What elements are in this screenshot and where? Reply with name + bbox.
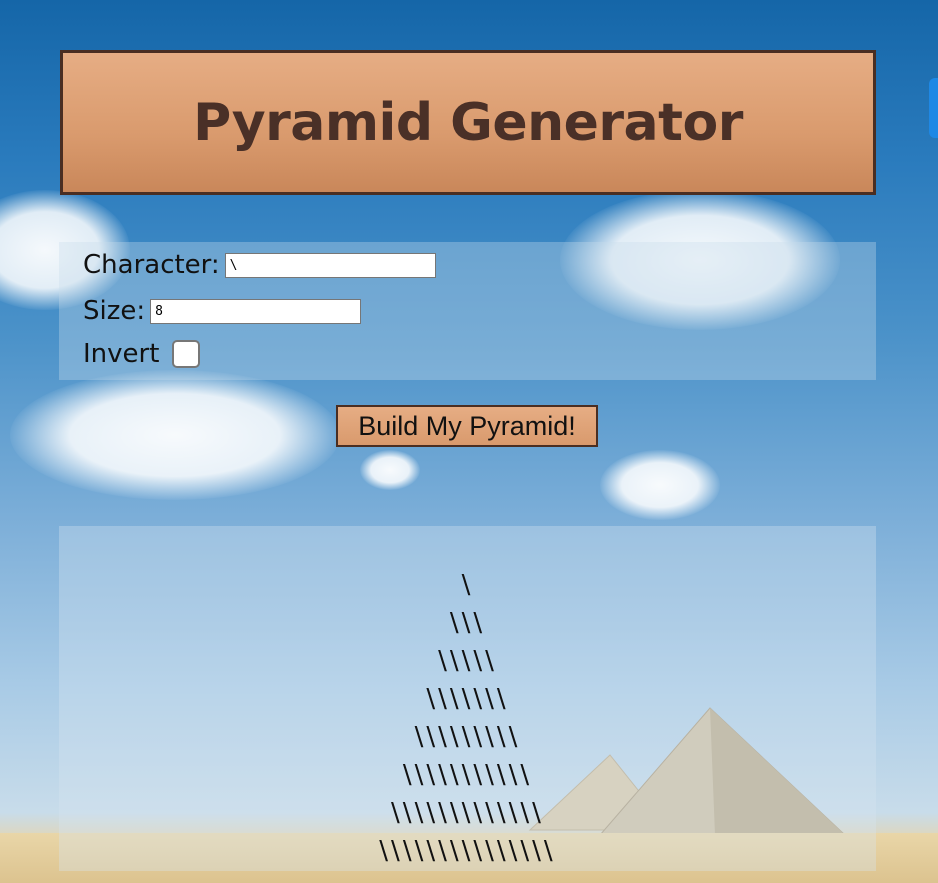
pyramid-row: \\\\\\\ — [426, 684, 509, 714]
pyramid-row: \\\\\\\\\\\ — [402, 760, 533, 790]
pyramid-options-panel: Character: Size: Invert — [59, 242, 876, 380]
invert-label: Invert — [83, 339, 160, 369]
pyramid-row: \\\\\\\\\\\\\\\ — [379, 836, 556, 866]
pyramid-row: \\\\\ — [438, 646, 497, 676]
cloud — [10, 370, 340, 500]
character-label: Character: — [83, 250, 220, 280]
size-row: Size: — [83, 296, 362, 326]
pyramid-row: \ — [461, 570, 474, 600]
size-input[interactable] — [150, 298, 362, 324]
pyramid-row: \\\\\\\\\ — [414, 722, 521, 752]
invert-row: Invert — [83, 339, 201, 369]
cloud — [600, 450, 720, 520]
page-title: Pyramid Generator — [193, 92, 743, 153]
cloud — [360, 450, 420, 490]
header-banner: Pyramid Generator — [60, 50, 876, 195]
character-row: Character: — [83, 250, 436, 280]
size-label: Size: — [83, 296, 146, 326]
character-input[interactable] — [224, 252, 436, 278]
pyramid-row: \\\ — [449, 608, 486, 638]
pyramid-output-panel: \ \\\ \\\\\ \\\\\\\ \\\\\\\\\ \\\\\\\\\\\ \\\\… — [59, 526, 876, 871]
scroll-edge-indicator[interactable] — [929, 78, 938, 138]
invert-checkbox[interactable] — [172, 340, 201, 368]
pyramid-row: \\\\\\\\\\\\\ — [391, 798, 544, 828]
pyramid-output: \ \\\ \\\\\ \\\\\\\ \\\\\\\\\ \\\\\\\\\\\ \\\\… — [59, 566, 876, 870]
build-pyramid-button[interactable]: Build My Pyramid! — [336, 405, 598, 447]
